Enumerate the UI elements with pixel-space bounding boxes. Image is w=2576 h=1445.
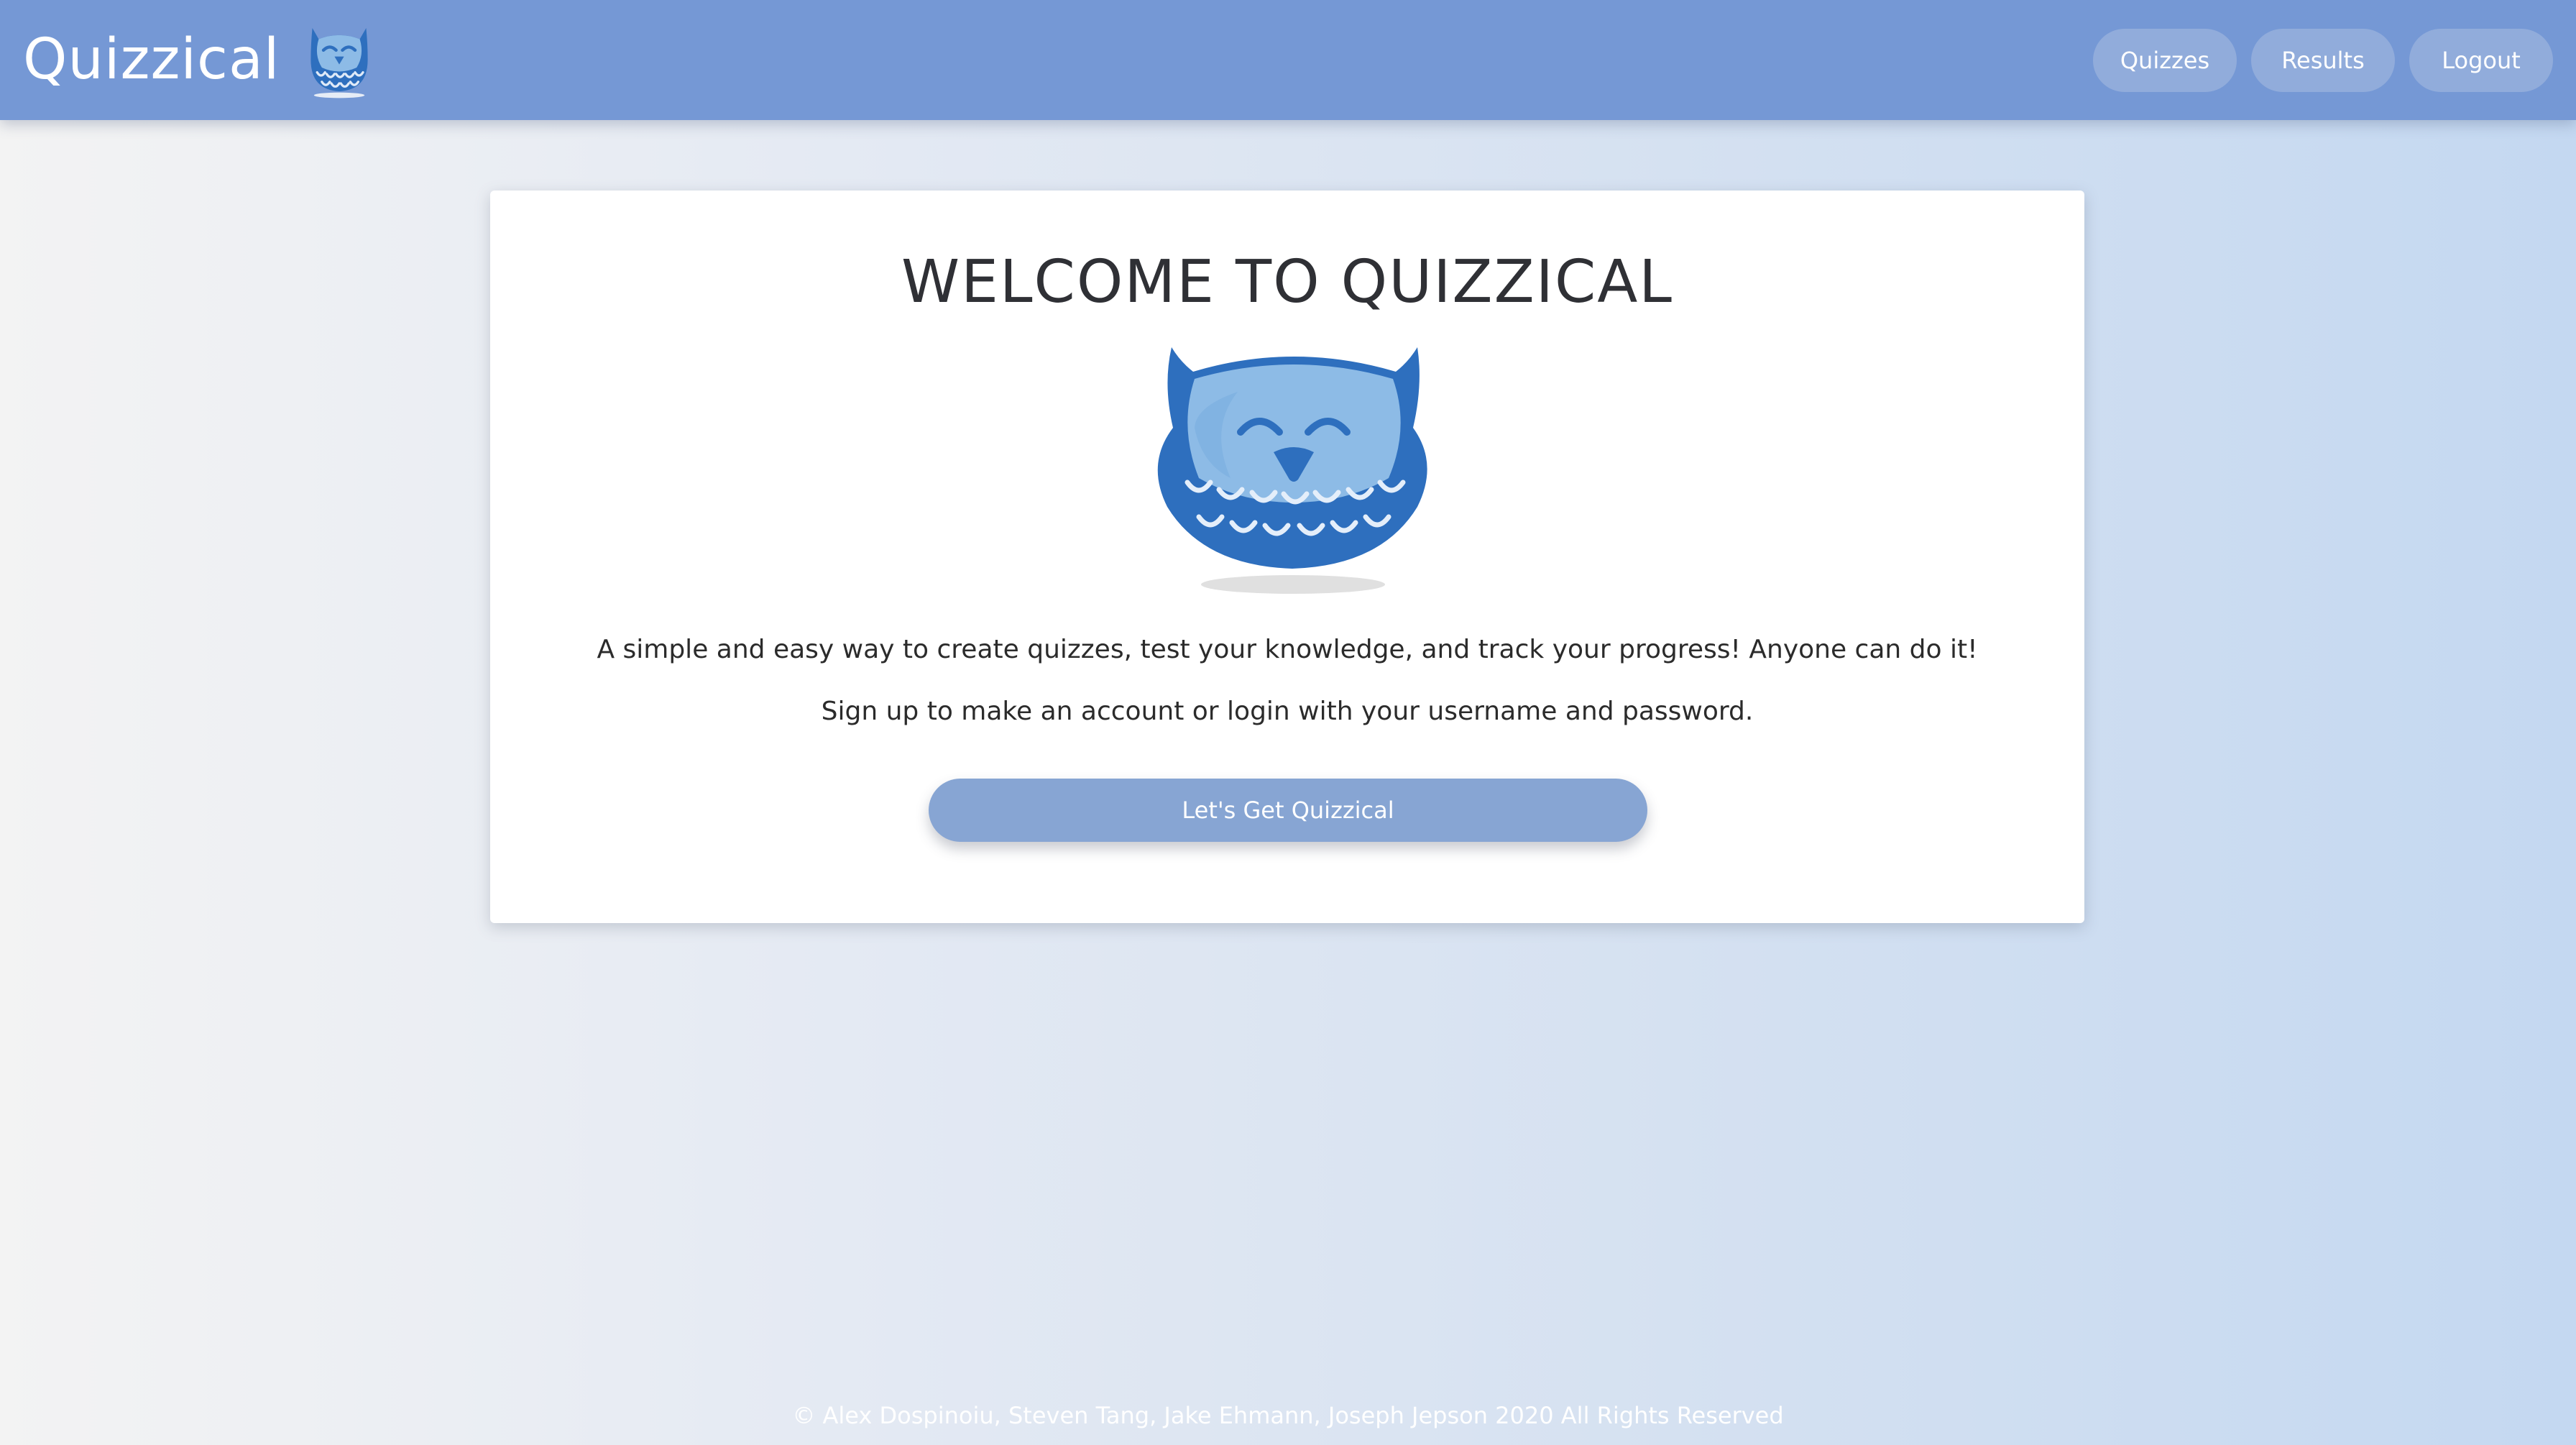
brand-name[interactable]: Quizzical [23, 27, 280, 92]
footer-copyright: © Alex Dospinoiu, Steven Tang, Jake Ehma… [792, 1402, 1784, 1429]
quizzes-button[interactable]: Quizzes [2093, 29, 2237, 92]
page-title: WELCOME TO QUIZZICAL [901, 248, 1673, 316]
logout-button[interactable]: Logout [2409, 29, 2553, 92]
brand[interactable]: Quizzical [23, 20, 379, 99]
intro-text: A simple and easy way to create quizzes,… [597, 635, 1978, 664]
nav-buttons: Quizzes Results Logout [2093, 29, 2553, 92]
get-started-button[interactable]: Let's Get Quizzical [929, 779, 1647, 842]
signup-hint-text: Sign up to make an account or login with… [821, 697, 1754, 726]
top-navbar: Quizzical Quizzes Results Logout [0, 0, 2576, 120]
owl-logo-icon [310, 28, 369, 98]
owl-mascot-icon [1157, 347, 1427, 594]
welcome-card: WELCOME TO QUIZZICAL A simple and easy w… [490, 191, 2084, 923]
results-button[interactable]: Results [2251, 29, 2395, 92]
